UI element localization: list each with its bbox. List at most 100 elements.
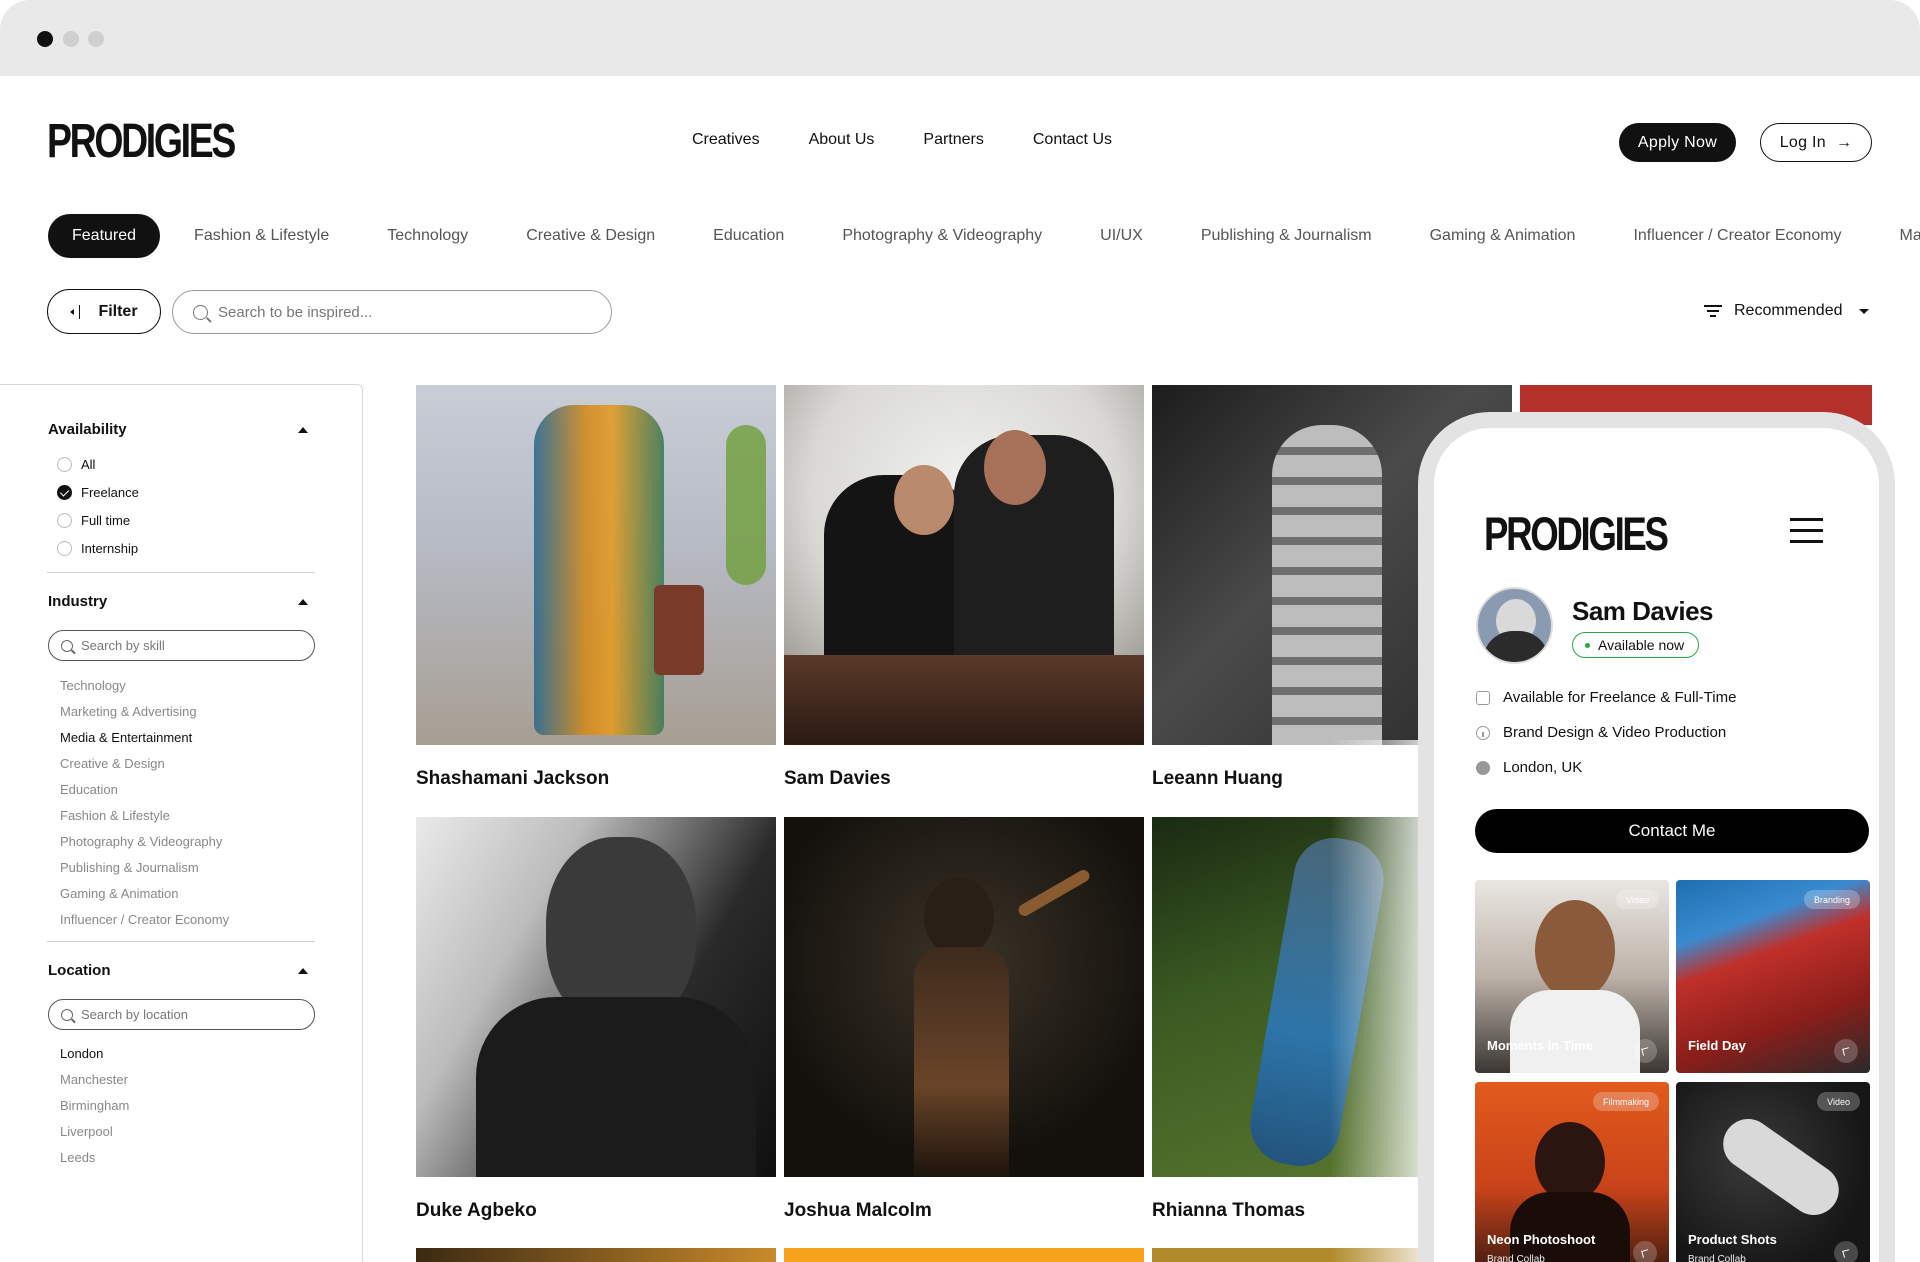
skill-search-input[interactable] xyxy=(81,638,291,653)
filter-button[interactable]: Filter xyxy=(47,289,161,334)
tile-title: Field Day xyxy=(1688,1038,1746,1053)
tab-photography-videography[interactable]: Photography & Videography xyxy=(842,227,1042,245)
menu-icon[interactable] xyxy=(1790,518,1823,543)
brand-logo[interactable]: PRODIGIES xyxy=(47,118,236,166)
tile-subtitle: Brand Collab xyxy=(1688,1254,1746,1262)
tab-creative-design[interactable]: Creative & Design xyxy=(526,227,655,245)
industry-heading[interactable]: Industry xyxy=(48,593,107,610)
availability-option-internship[interactable]: Internship xyxy=(57,541,138,556)
search-icon xyxy=(193,304,208,320)
tab-education[interactable]: Education xyxy=(713,227,784,245)
filter-label: Filter xyxy=(98,302,138,320)
search-bar xyxy=(172,290,612,334)
location-option[interactable]: Leeds xyxy=(60,1150,95,1165)
industry-option[interactable]: Technology xyxy=(60,678,126,693)
clipboard-icon xyxy=(1476,690,1490,705)
tab-featured[interactable]: Featured xyxy=(48,214,161,258)
location-option[interactable]: Liverpool xyxy=(60,1124,113,1139)
nav-partners[interactable]: Partners xyxy=(923,131,983,149)
nav-creatives[interactable]: Creatives xyxy=(692,131,760,149)
tab-gaming-animation[interactable]: Gaming & Animation xyxy=(1430,227,1576,245)
search-input[interactable] xyxy=(218,303,588,321)
creative-name[interactable]: Duke Agbeko xyxy=(416,1200,537,1222)
industry-option[interactable]: Creative & Design xyxy=(60,756,165,771)
window-minimize-dot[interactable] xyxy=(63,31,79,47)
creative-photo-1[interactable] xyxy=(416,385,776,745)
tab-fashion-lifestyle[interactable]: Fashion & Lifestyle xyxy=(194,227,329,245)
share-icon[interactable] xyxy=(1834,1241,1858,1262)
portfolio-tile[interactable]: Video Moments in Time xyxy=(1475,880,1669,1073)
industry-option-selected[interactable]: Media & Entertainment xyxy=(60,730,192,745)
window-maximize-dot[interactable] xyxy=(88,31,104,47)
mobile-brand-logo[interactable]: PRODIGIES xyxy=(1484,510,1669,557)
collapse-availability-icon[interactable] xyxy=(298,427,308,433)
industry-option[interactable]: Marketing & Advertising xyxy=(60,704,197,719)
share-icon[interactable] xyxy=(1633,1241,1657,1262)
tile-title: Product Shots xyxy=(1688,1232,1777,1247)
profile-detail-skills: Brand Design & Video Production xyxy=(1476,724,1726,741)
tile-title: Neon Photoshoot xyxy=(1487,1232,1596,1247)
creative-name[interactable]: Sam Davies xyxy=(784,768,891,790)
tab-publishing-journalism[interactable]: Publishing & Journalism xyxy=(1201,227,1372,245)
status-badge: Available now xyxy=(1572,632,1700,658)
detail-text: London, UK xyxy=(1503,759,1583,776)
tab-influencer-creator-economy[interactable]: Influencer / Creator Economy xyxy=(1633,227,1841,245)
window-close-dot[interactable] xyxy=(37,31,53,47)
availability-option-freelance[interactable]: Freelance xyxy=(57,485,139,500)
creative-name[interactable]: Leeann Huang xyxy=(1152,768,1283,790)
industry-option[interactable]: Influencer / Creator Economy xyxy=(60,912,229,927)
share-icon[interactable] xyxy=(1834,1039,1858,1063)
tab-ui-ux[interactable]: UI/UX xyxy=(1100,227,1143,245)
creative-photo-partial[interactable] xyxy=(416,1248,776,1262)
collapse-industry-icon[interactable] xyxy=(298,599,308,605)
location-option[interactable]: Manchester xyxy=(60,1072,128,1087)
portfolio-tile[interactable]: Video Product Shots Brand Collab xyxy=(1676,1082,1870,1262)
sidebar-toggle-icon xyxy=(70,304,81,319)
creative-photo-partial[interactable] xyxy=(784,1248,1144,1262)
log-in-button[interactable]: Log In → xyxy=(1760,123,1872,162)
tab-technology[interactable]: Technology xyxy=(387,227,468,245)
creative-photo-2[interactable] xyxy=(784,385,1144,745)
portfolio-tile[interactable]: Branding Field Day xyxy=(1676,880,1870,1073)
industry-search xyxy=(48,630,315,661)
chevron-down-icon xyxy=(1858,308,1869,314)
availability-heading[interactable]: Availability xyxy=(48,421,127,438)
avatar[interactable] xyxy=(1476,587,1553,664)
divider xyxy=(47,572,315,573)
creative-name[interactable]: Shashamani Jackson xyxy=(416,768,609,790)
location-search xyxy=(48,999,315,1030)
location-option-selected[interactable]: London xyxy=(60,1046,103,1061)
location-heading[interactable]: Location xyxy=(48,962,111,979)
industry-option[interactable]: Education xyxy=(60,782,118,797)
contact-me-button[interactable]: Contact Me xyxy=(1475,809,1869,853)
tile-subtitle: Brand Collab xyxy=(1487,1254,1545,1262)
sort-lines-icon xyxy=(1704,305,1722,317)
profile-detail-location: London, UK xyxy=(1476,759,1582,776)
location-search-input[interactable] xyxy=(81,1007,291,1022)
location-option[interactable]: Birmingham xyxy=(60,1098,129,1113)
creative-photo-6[interactable] xyxy=(784,817,1144,1177)
industry-option[interactable]: Fashion & Lifestyle xyxy=(60,808,170,823)
industry-option[interactable]: Gaming & Animation xyxy=(60,886,179,901)
industry-option[interactable]: Publishing & Journalism xyxy=(60,860,199,875)
sort-dropdown[interactable]: Recommended xyxy=(1704,302,1869,320)
apply-now-button[interactable]: Apply Now xyxy=(1619,123,1736,162)
availability-option-all[interactable]: All xyxy=(57,457,95,472)
radio-checked-icon xyxy=(57,485,72,500)
availability-option-full-time[interactable]: Full time xyxy=(57,513,130,528)
option-label: All xyxy=(81,457,96,472)
collapse-location-icon[interactable] xyxy=(298,968,308,974)
log-in-label: Log In xyxy=(1779,133,1826,151)
industry-option[interactable]: Photography & Videography xyxy=(60,834,222,849)
radio-icon xyxy=(57,513,72,528)
share-icon[interactable] xyxy=(1633,1039,1657,1063)
tab-marketing-truncated[interactable]: Mar xyxy=(1900,227,1920,245)
nav-contact-us[interactable]: Contact Us xyxy=(1033,131,1112,149)
globe-icon xyxy=(1476,760,1490,775)
portfolio-tile[interactable]: Filmmaking Neon Photoshoot Brand Collab xyxy=(1475,1082,1669,1262)
sort-label: Recommended xyxy=(1734,302,1843,319)
creative-name[interactable]: Rhianna Thomas xyxy=(1152,1200,1305,1222)
nav-about-us[interactable]: About Us xyxy=(809,131,875,149)
creative-photo-5[interactable] xyxy=(416,817,776,1177)
creative-name[interactable]: Joshua Malcolm xyxy=(784,1200,932,1222)
